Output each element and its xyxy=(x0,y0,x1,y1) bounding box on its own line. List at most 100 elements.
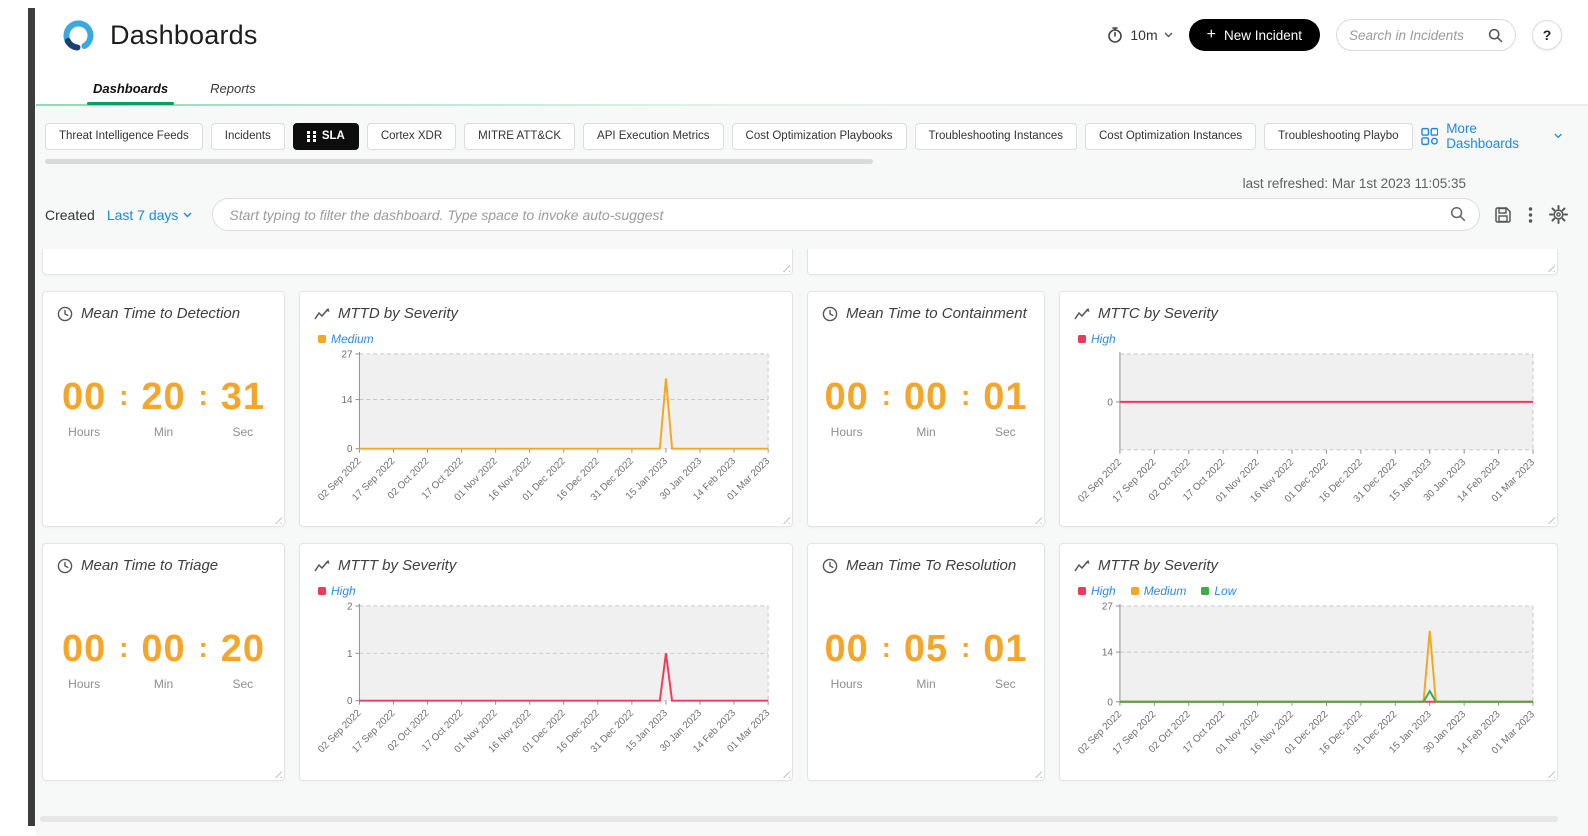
chevron-down-icon xyxy=(1554,133,1562,139)
chevron-down-icon xyxy=(1164,32,1173,38)
widget-mean-time-to-containment: Mean Time to Containment 00Hours : 00Min… xyxy=(807,291,1045,527)
chart-legend: High xyxy=(318,583,778,598)
dashboard-tab-api-metrics[interactable]: API Execution Metrics xyxy=(583,123,723,150)
widget-mttt-by-severity: MTTT by Severity High 01202 Sep 202217 S… xyxy=(299,543,793,781)
clock-icon xyxy=(57,558,73,574)
clock-icon xyxy=(822,558,838,574)
save-dashboard-button[interactable] xyxy=(1492,204,1514,226)
legend-swatch xyxy=(318,335,326,343)
time-separator: : xyxy=(199,634,208,662)
time-separator: : xyxy=(961,634,970,662)
legend-swatch xyxy=(1131,587,1139,595)
widget-mean-time-to-triage: Mean Time to Triage 00Hours : 00Min : 20… xyxy=(42,543,285,781)
chart-legend: High Medium Low xyxy=(1078,583,1543,598)
seconds-value: 01 xyxy=(979,378,1031,416)
more-options-button[interactable] xyxy=(1526,204,1535,226)
created-range-dropdown[interactable]: Last 7 days xyxy=(107,207,193,223)
refresh-interval-value: 10m xyxy=(1130,27,1157,43)
dashboard-tab-threat-intel[interactable]: Threat Intelligence Feeds xyxy=(45,123,203,150)
widget-mean-time-to-resolution: Mean Time To Resolution 00Hours : 05Min … xyxy=(807,543,1045,781)
legend-swatch xyxy=(1078,335,1086,343)
widget-title: Mean Time to Detection xyxy=(81,305,240,322)
line-chart-icon xyxy=(314,307,330,321)
line-chart-icon xyxy=(1074,559,1090,573)
dashboard-tab-mitre[interactable]: MITRE ATT&CK xyxy=(464,123,575,150)
chevron-down-icon xyxy=(183,212,192,218)
svg-text:0: 0 xyxy=(1107,397,1113,408)
horizontal-scrollbar[interactable] xyxy=(40,816,1558,822)
help-button[interactable]: ? xyxy=(1532,20,1562,50)
legend-label: Medium xyxy=(331,332,374,346)
partial-widget xyxy=(807,249,1558,275)
widget-title: Mean Time to Containment xyxy=(846,305,1027,322)
legend-label: High xyxy=(331,584,356,598)
legend-label: High xyxy=(1091,584,1116,598)
legend-label: Low xyxy=(1214,584,1236,598)
tab-dashboards-label: Dashboards xyxy=(93,81,168,96)
incident-search-input[interactable] xyxy=(1349,28,1488,43)
legend-swatch xyxy=(1201,587,1209,595)
minutes-value: 00 xyxy=(138,630,190,668)
hours-value: 00 xyxy=(58,630,110,668)
legend-swatch xyxy=(1078,587,1086,595)
time-separator: : xyxy=(882,382,891,410)
legend-high[interactable]: High xyxy=(318,584,356,598)
dashboard-filter xyxy=(212,198,1480,231)
time-value: 00Hours : 05Min : 01Sec xyxy=(822,630,1030,691)
seconds-label: Sec xyxy=(979,677,1031,691)
widget-mttr-by-severity: MTTR by Severity HighMediumLow 0142702 S… xyxy=(1059,543,1558,781)
dashboard-tab-incidents[interactable]: Incidents xyxy=(211,123,285,150)
minutes-label: Min xyxy=(138,425,190,439)
dashboard-tab-cost-instances[interactable]: Cost Optimization Instances xyxy=(1085,123,1256,150)
new-incident-button[interactable]: + New Incident xyxy=(1189,19,1320,51)
incident-search xyxy=(1336,19,1516,51)
legend-swatch xyxy=(318,587,326,595)
time-separator: : xyxy=(119,634,128,662)
hours-value: 00 xyxy=(58,378,110,416)
line-chart-icon xyxy=(314,559,330,573)
widget-title: MTTT by Severity xyxy=(338,557,456,574)
tab-dashboards[interactable]: Dashboards xyxy=(91,72,170,105)
svg-text:0: 0 xyxy=(1107,697,1113,708)
minutes-label: Min xyxy=(900,425,952,439)
dashboard-tab-cost-playbooks[interactable]: Cost Optimization Playbooks xyxy=(732,123,907,150)
time-separator: : xyxy=(199,382,208,410)
legend-low[interactable]: Low xyxy=(1201,584,1236,598)
dashboard-filter-input[interactable] xyxy=(212,198,1480,231)
dashboard-tab-troubleshooting-instances[interactable]: Troubleshooting Instances xyxy=(915,123,1077,150)
search-icon[interactable] xyxy=(1450,206,1466,222)
dashboard-tab-troubleshooting-playbooks[interactable]: Troubleshooting Playbo xyxy=(1264,123,1412,150)
svg-text:0: 0 xyxy=(347,444,353,455)
dashboard-tab-sla[interactable]: SLA xyxy=(293,123,359,150)
new-incident-label: New Incident xyxy=(1224,28,1302,43)
legend-high[interactable]: High xyxy=(1078,584,1116,598)
last-refreshed-text: last refreshed: Mar 1st 2023 11:05:35 xyxy=(36,176,1466,191)
tab-bar-scrollbar[interactable] xyxy=(45,159,873,164)
widget-title: MTTR by Severity xyxy=(1098,557,1218,574)
hours-label: Hours xyxy=(58,677,110,691)
legend-medium[interactable]: Medium xyxy=(318,332,374,346)
gear-icon xyxy=(1549,205,1568,224)
dashboard-area: Threat Intelligence Feeds Incidents SLA … xyxy=(36,106,1588,836)
search-icon[interactable] xyxy=(1488,28,1503,43)
legend-high[interactable]: High xyxy=(1078,332,1116,346)
chart-plot: 0142702 Sep 202217 Sep 202202 Oct 202217… xyxy=(314,348,778,510)
dashboard-tab-cortex-xdr[interactable]: Cortex XDR xyxy=(367,123,456,150)
save-icon xyxy=(1494,206,1512,224)
seconds-label: Sec xyxy=(217,677,269,691)
time-separator: : xyxy=(961,382,970,410)
dashboard-tab-bar: Threat Intelligence Feeds Incidents SLA … xyxy=(36,106,1588,151)
settings-button[interactable] xyxy=(1547,203,1570,226)
time-value: 00Hours : 20Min : 31Sec xyxy=(57,378,270,439)
minutes-label: Min xyxy=(900,677,952,691)
widget-mttc-by-severity: MTTC by Severity High 002 Sep 202217 Sep… xyxy=(1059,291,1558,527)
seconds-value: 31 xyxy=(217,378,269,416)
nav-tabs: Dashboards Reports xyxy=(36,70,1588,106)
auto-refresh-dropdown[interactable]: 10m xyxy=(1106,26,1172,44)
legend-medium[interactable]: Medium xyxy=(1131,584,1187,598)
seconds-value: 01 xyxy=(979,630,1031,668)
more-dashboards-button[interactable]: More Dashboards xyxy=(1421,121,1562,151)
tab-reports[interactable]: Reports xyxy=(208,72,258,105)
help-label: ? xyxy=(1543,27,1552,43)
hours-value: 00 xyxy=(821,630,873,668)
